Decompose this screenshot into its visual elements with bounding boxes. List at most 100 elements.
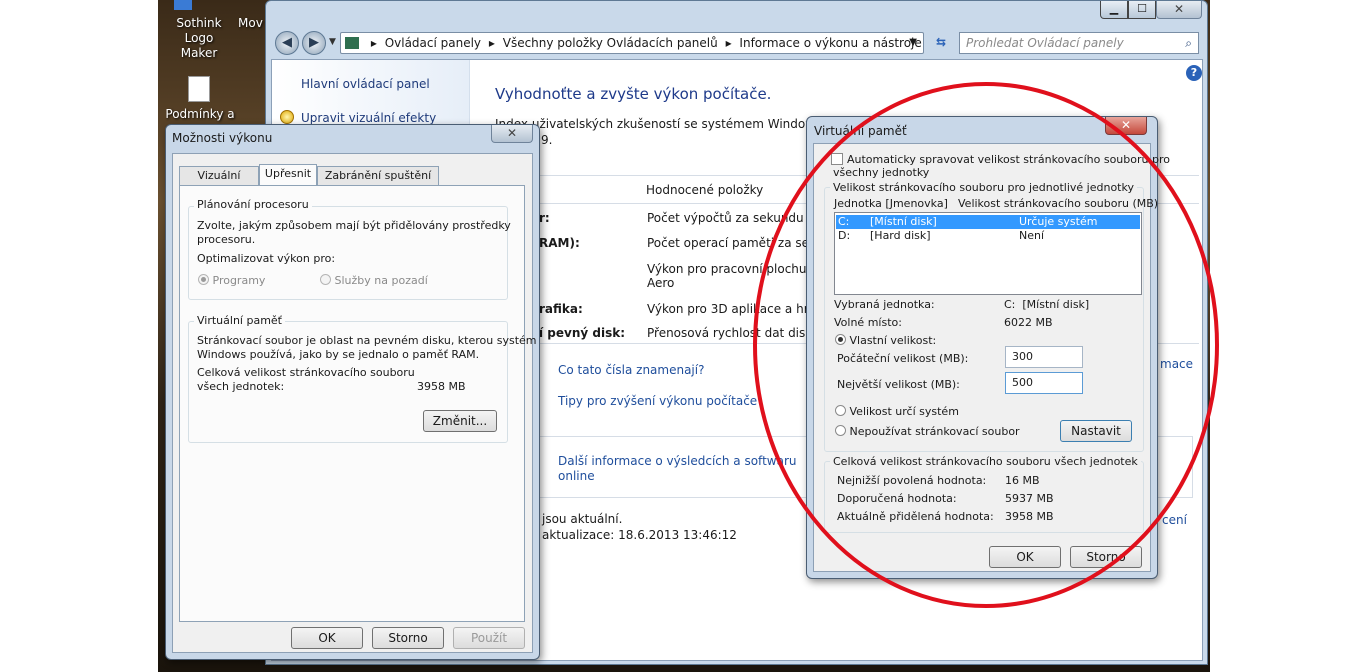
maximize-button[interactable]: ☐ — [1128, 1, 1156, 19]
sidebar-visual-effects-link[interactable]: Upravit vizuální efekty — [301, 111, 436, 125]
radio-label: Programy — [212, 274, 266, 287]
document-icon[interactable] — [188, 76, 210, 102]
drive-label: [Místní disk] — [870, 215, 937, 228]
drive-letter: D: — [838, 229, 851, 242]
set-button[interactable]: Nastavit — [1060, 420, 1132, 442]
ok-button[interactable]: OK — [989, 546, 1061, 568]
free-space-label: Volné místo: — [834, 316, 902, 329]
apply-button[interactable]: Použít — [453, 627, 525, 649]
rated-item: Výkon pro 3D aplikace a hry — [647, 302, 816, 316]
initial-size-label: Počáteční velikost (MB): — [837, 352, 969, 365]
right-link[interactable]: mace — [1160, 357, 1193, 371]
refresh-icon[interactable]: ⇆ — [930, 32, 952, 54]
drives-list[interactable]: C: [Místní disk] Určuje systém D: [Hard … — [834, 212, 1142, 295]
chevron-down-icon[interactable]: ▼ — [909, 33, 917, 53]
tab-advanced[interactable]: Upřesnit — [259, 164, 317, 187]
intro-text-2: 9. — [541, 133, 553, 147]
sidebar-home-link[interactable]: Hlavní ovládací panel — [301, 77, 430, 91]
max-size-input[interactable]: 500 — [1005, 372, 1083, 394]
group-title: Virtuální paměť — [194, 314, 285, 327]
more-info-link-2[interactable]: online — [558, 469, 595, 483]
virtual-memory-dialog: Virtuální paměť ✕ Automaticky spravovat … — [806, 116, 1170, 579]
desktop-icon-label: Maker — [180, 46, 218, 60]
initial-size-input[interactable]: 300 — [1005, 346, 1083, 368]
radio-icon — [835, 405, 846, 416]
last-update-text: aktualizace: 18.6.2013 13:46:12 — [542, 528, 737, 542]
minimize-button[interactable]: ▁ — [1100, 1, 1128, 19]
cancel-button[interactable]: Storno — [1070, 546, 1142, 568]
chevron-right-icon: ▸ — [370, 36, 377, 50]
history-dropdown-icon[interactable]: ▼ — [329, 37, 336, 47]
intro-text: Index uživatelských zkušeností se systém… — [495, 117, 855, 131]
drive-size: Určuje systém — [1019, 215, 1098, 228]
desktop-icon-label: Mov — [238, 16, 263, 30]
list-item[interactable]: D: [Hard disk] Není — [836, 229, 1140, 243]
auto-manage-checkbox[interactable] — [831, 153, 843, 167]
what-numbers-mean-link[interactable]: Co tato čísla znamenají? — [558, 363, 704, 377]
close-button[interactable]: ✕ — [1105, 117, 1147, 135]
column-header-size: Velikost stránkovacího souboru (MB) — [958, 197, 1159, 210]
max-size-label: Největší velikost (MB): — [837, 378, 960, 391]
help-icon[interactable]: ? — [1186, 65, 1202, 81]
checkbox-icon — [831, 153, 843, 165]
tab-dep[interactable]: Zabránění spuštění dat — [317, 166, 439, 200]
forward-button[interactable]: ▶ — [302, 31, 326, 55]
breadcrumb-item[interactable]: Ovládací panely — [385, 36, 481, 50]
vm-description-2: Windows používá, jako by se jednalo o pa… — [197, 348, 480, 361]
min-allowed-value: 16 MB — [1005, 474, 1040, 487]
auto-manage-label[interactable]: Automaticky spravovat velikost stránkova… — [847, 153, 1170, 166]
current-allocated-label: Aktuálně přidělená hodnota: — [837, 510, 994, 523]
rated-item: Počet výpočtů za sekundu — [647, 211, 804, 225]
close-button[interactable]: ✕ — [1156, 1, 1202, 19]
services-radio[interactable]: Služby na pozadí — [320, 274, 428, 287]
search-placeholder: Prohledat Ovládací panely — [966, 36, 1124, 50]
title-bar: ▁ ☐ ✕ — [266, 1, 1207, 27]
tab-visual-effects[interactable]: Vizuální efekty — [179, 166, 259, 200]
control-panel-icon — [345, 37, 359, 49]
breadcrumb-item[interactable]: Všechny položky Ovládacích panelů — [503, 36, 718, 50]
cpu-description: Zvolte, jakým způsobem mají být přidělov… — [197, 219, 511, 232]
radio-label: Vlastní velikost: — [849, 334, 937, 347]
total-size-value: 3958 MB — [417, 380, 466, 393]
desktop-icon-podminky[interactable]: Podmínky a — [162, 107, 238, 122]
cancel-button[interactable]: Storno — [372, 627, 444, 649]
page-title: Vyhodnoťte a zvyšte výkon počítače. — [495, 85, 772, 103]
search-input[interactable]: Prohledat Ovládací panely ⌕ — [959, 32, 1199, 54]
dialog-body: Vizuální efekty Upřesnit Zabránění spušt… — [172, 153, 537, 653]
status-text: jsou aktuální. — [542, 512, 623, 526]
desktop-icon-sothink[interactable]: Sothink Logo Maker — [162, 16, 236, 61]
address-bar[interactable]: ▸ Ovládací panely ▸ Všechny položky Ovlá… — [340, 32, 924, 54]
tips-link[interactable]: Tipy pro zvýšení výkonu počítače — [558, 394, 757, 408]
breadcrumb-item[interactable]: Informace o výkonu a nástroje — [739, 36, 921, 50]
free-space-value: 6022 MB — [1004, 316, 1053, 329]
right-link-2[interactable]: cení — [1162, 513, 1187, 527]
desktop-icon-label: Sothink Logo — [176, 16, 222, 45]
back-button[interactable]: ◀ — [275, 31, 299, 55]
chevron-right-icon: ▸ — [488, 36, 495, 50]
more-info-link[interactable]: Další informace o výsledcích a softwaru — [558, 454, 796, 468]
radio-icon — [835, 425, 846, 436]
component-label: rafika: — [539, 302, 583, 316]
change-button[interactable]: Změnit... — [423, 410, 497, 432]
radio-label: Velikost určí systém — [849, 405, 959, 418]
recommended-value: 5937 MB — [1005, 492, 1054, 505]
component-label: r: — [539, 211, 550, 225]
selected-drive-label: Vybraná jednotka: — [834, 298, 935, 311]
group-title: Celková velikost stránkovacího souboru v… — [830, 455, 1141, 468]
programs-radio[interactable]: Programy — [198, 274, 265, 287]
ok-button[interactable]: OK — [291, 627, 363, 649]
auto-manage-label-2[interactable]: všechny jednotky — [833, 166, 929, 179]
custom-size-radio[interactable]: Vlastní velikost: — [835, 334, 936, 347]
total-size-label-2: všech jednotek: — [197, 380, 285, 393]
search-icon[interactable]: ⌕ — [1185, 33, 1192, 53]
drive-letter: C: — [838, 215, 850, 228]
close-button[interactable]: ✕ — [491, 125, 533, 143]
group-title: Velikost stránkovacího souboru pro jedno… — [830, 181, 1137, 194]
desktop-icon-label: Podmínky a — [165, 107, 235, 121]
no-paging-radio[interactable]: Nepoužívat stránkovací soubor — [835, 425, 1020, 438]
tab-panel: Plánování procesoru Zvolte, jakým způsob… — [179, 185, 537, 622]
desktop-icon-movie[interactable]: Mov — [238, 16, 268, 31]
system-managed-radio[interactable]: Velikost určí systém — [835, 405, 959, 418]
list-item[interactable]: C: [Místní disk] Určuje systém — [836, 215, 1140, 229]
cpu-description-2: procesoru. — [197, 233, 256, 246]
